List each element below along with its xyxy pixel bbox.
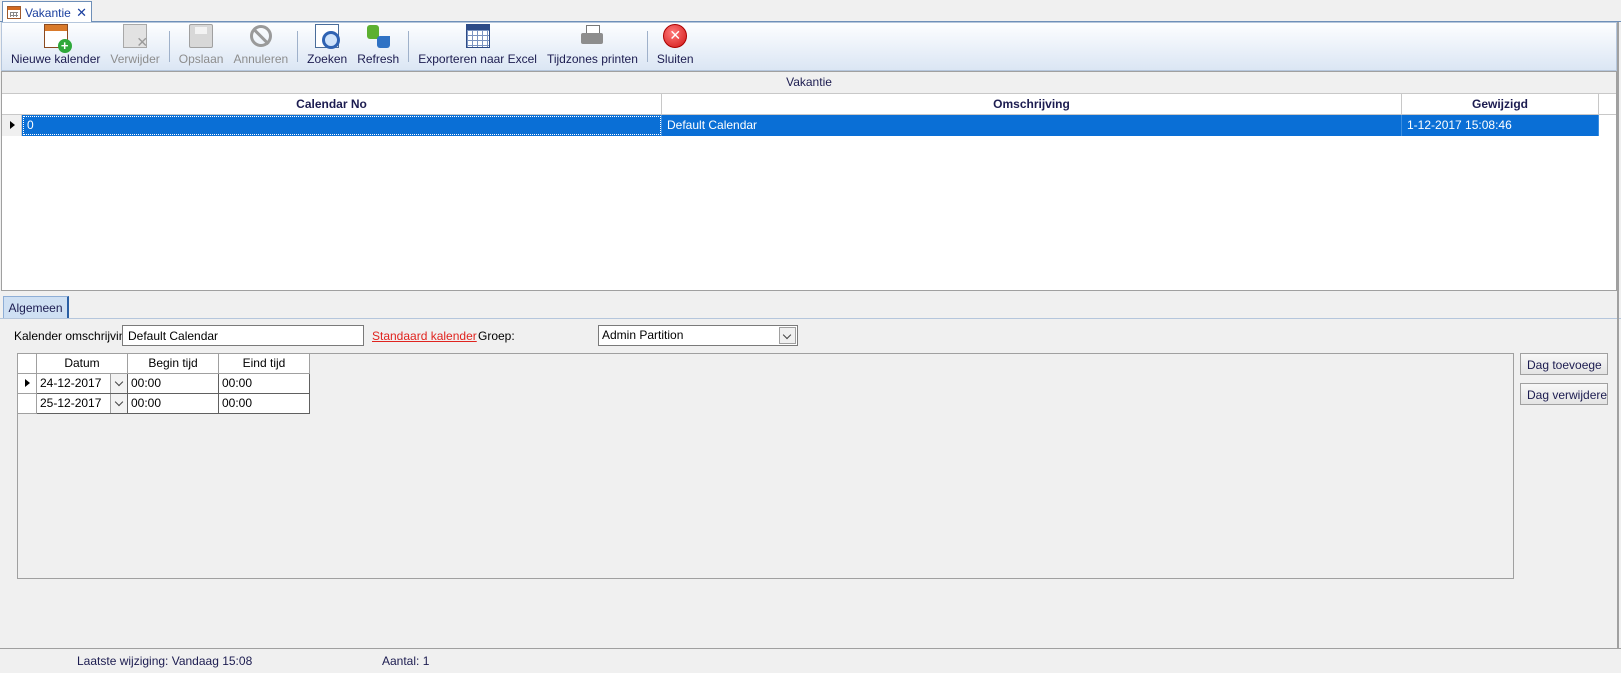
cell-begin-tijd[interactable]: 00:00 (128, 394, 219, 414)
row-header-corner (18, 354, 37, 374)
cell-eind-tijd[interactable]: 00:00 (219, 394, 310, 414)
refresh-button[interactable]: Refresh (352, 23, 404, 70)
column-header-gewijzigd[interactable]: Gewijzigd (1402, 94, 1599, 114)
column-header-begin-tijd[interactable]: Begin tijd (128, 354, 219, 374)
search-button[interactable]: Zoeken (302, 23, 352, 70)
toolbar-separator (646, 31, 648, 62)
chevron-down-icon[interactable] (110, 374, 127, 393)
cell-datum[interactable]: 24-12-2017 (37, 374, 128, 394)
delete-icon (123, 24, 148, 51)
print-timezones-label: Tijdzones printen (546, 52, 638, 66)
calendar-description-input[interactable] (122, 325, 364, 346)
printer-icon (580, 24, 604, 48)
delete-button[interactable]: Verwijder (105, 23, 164, 70)
tab-divider (0, 318, 1621, 319)
status-bar: Laatste wijziging: Vandaag 15:08 Aantal:… (0, 648, 1621, 673)
calendar-description-label: Kalender omschrijving (14, 329, 133, 343)
last-change-status: Laatste wijziging: Vandaag 15:08 (77, 654, 253, 668)
save-icon (189, 24, 214, 48)
calendar-icon (7, 6, 21, 19)
standard-calendar-link[interactable]: Standaard kalender (372, 329, 477, 343)
document-tabstrip: Vakantie ✕ (0, 0, 1621, 23)
cell-datum[interactable]: 25-12-2017 (37, 394, 128, 414)
close-tab-icon[interactable]: ✕ (76, 5, 87, 21)
date-value: 24-12-2017 (40, 376, 102, 390)
row-indicator[interactable] (2, 115, 22, 136)
save-button[interactable]: Opslaan (174, 23, 229, 70)
cell-calendar-no[interactable]: 0 (22, 115, 662, 136)
table-row[interactable]: 24-12-2017 00:00 00:00 (18, 374, 310, 394)
group-select-value: Admin Partition (602, 328, 684, 342)
chevron-down-icon[interactable] (779, 327, 796, 344)
close-button[interactable]: Sluiten (652, 23, 699, 70)
toolbar-separator (408, 31, 410, 62)
cell-begin-tijd[interactable]: 00:00 (128, 374, 219, 394)
column-header-omschrijving[interactable]: Omschrijving (662, 94, 1402, 114)
new-calendar-label: Nieuwe kalender (11, 52, 101, 66)
group-label: Groep: (478, 329, 515, 343)
search-icon (315, 24, 341, 49)
days-grid-header: Datum Begin tijd Eind tijd (18, 354, 310, 374)
close-circle-icon (663, 24, 688, 48)
save-label: Opslaan (178, 52, 224, 66)
tab-algemeen[interactable]: Algemeen (3, 296, 69, 319)
column-header-eind-tijd[interactable]: Eind tijd (219, 354, 310, 374)
grid-caption: Vakantie (2, 72, 1616, 94)
table-row[interactable]: 0 Default Calendar 1-12-2017 15:08:46 (2, 115, 1616, 136)
record-count-status: Aantal: 1 (382, 654, 430, 668)
search-label: Zoeken (307, 52, 348, 66)
calendar-grid: Vakantie Calendar No Omschrijving Gewijz… (1, 71, 1617, 291)
export-excel-label: Exporteren naar Excel (418, 52, 537, 66)
print-timezones-button[interactable]: Tijdzones printen (542, 23, 643, 70)
table-row[interactable]: 25-12-2017 00:00 00:00 (18, 394, 310, 414)
grid-header: Calendar No Omschrijving Gewijzigd (2, 94, 1616, 115)
add-day-button[interactable]: Dag toevoege (1520, 353, 1608, 375)
toolbar-separator (168, 31, 170, 62)
export-excel-icon (465, 24, 490, 48)
date-value: 25-12-2017 (40, 396, 102, 410)
document-tab-vakantie[interactable]: Vakantie ✕ (2, 1, 92, 23)
toolbar-separator (297, 31, 299, 62)
refresh-label: Refresh (357, 52, 400, 66)
refresh-icon (366, 24, 391, 48)
export-excel-button[interactable]: Exporteren naar Excel (413, 23, 542, 70)
cancel-icon (249, 25, 272, 47)
row-indicator[interactable] (18, 374, 37, 394)
window-border (1617, 22, 1619, 648)
toolbar: Nieuwe kalender Verwijder Opslaan Annule… (1, 22, 1617, 71)
group-select[interactable]: Admin Partition (598, 325, 798, 346)
remove-day-button[interactable]: Dag verwijdere (1520, 383, 1608, 405)
row-indicator[interactable] (18, 394, 37, 414)
delete-label: Verwijder (110, 52, 160, 66)
document-tab-title: Vakantie (25, 5, 71, 20)
chevron-down-icon[interactable] (110, 394, 127, 413)
new-calendar-button[interactable]: Nieuwe kalender (6, 23, 105, 70)
cell-gewijzigd[interactable]: 1-12-2017 15:08:46 (1402, 115, 1599, 136)
cell-eind-tijd[interactable]: 00:00 (219, 374, 310, 394)
close-label: Sluiten (656, 52, 694, 66)
column-header-calendar-no[interactable]: Calendar No (2, 94, 662, 114)
cell-omschrijving[interactable]: Default Calendar (662, 115, 1402, 136)
cancel-button[interactable]: Annuleren (228, 23, 293, 70)
column-header-datum[interactable]: Datum (37, 354, 128, 374)
new-calendar-icon (43, 24, 72, 53)
holiday-days-grid: Datum Begin tijd Eind tijd 24-12-2017 00… (17, 353, 1514, 579)
cancel-label: Annuleren (233, 52, 289, 66)
